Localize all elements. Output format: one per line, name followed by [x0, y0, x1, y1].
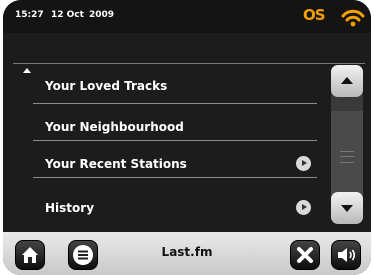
scrollbar-grip-icon: [340, 151, 354, 163]
list-item-label: History: [45, 201, 95, 215]
play-icon[interactable]: [296, 200, 311, 215]
scroll-down-icon[interactable]: [331, 192, 363, 224]
page-title: Last.fm: [161, 245, 213, 259]
close-button[interactable]: [290, 240, 320, 270]
scroll-up-icon[interactable]: [331, 65, 363, 97]
volume-button[interactable]: [331, 240, 361, 270]
list-item-neighbourhood[interactable]: Your Neighbourhood: [33, 113, 317, 140]
list-item-recent-stations[interactable]: Your Recent Stations: [33, 150, 317, 177]
device-screen: 15:27 12 Oct 2009 OS Your Loved Tracks Y…: [3, 0, 371, 275]
list-item-loved-tracks[interactable]: Your Loved Tracks: [33, 72, 317, 99]
home-icon: [22, 247, 38, 263]
list-top-divider: [13, 63, 365, 64]
list-item-label: Your Loved Tracks: [45, 79, 168, 93]
list-divider: [33, 177, 317, 178]
speaker-icon: [338, 248, 356, 262]
scroll-up-indicator-icon: [23, 68, 31, 73]
menu-icon: [73, 245, 93, 265]
list-divider: [33, 140, 317, 141]
bottom-toolbar: Last.fm: [3, 232, 371, 275]
list-item-history[interactable]: History: [33, 194, 317, 221]
status-bar: 15:27 12 Oct 2009 OS: [3, 0, 371, 33]
close-icon: [297, 247, 313, 263]
list-item-label: Your Recent Stations: [45, 157, 187, 171]
wifi-icon: [341, 9, 365, 27]
status-date: 12 Oct: [51, 10, 84, 20]
menu-button[interactable]: [68, 240, 98, 270]
status-time: 15:27: [15, 10, 44, 20]
list-divider: [33, 103, 317, 104]
play-icon[interactable]: [296, 156, 311, 171]
lastfm-logo-icon: OS: [303, 6, 326, 24]
scrollbar[interactable]: [331, 65, 363, 224]
status-year: 2009: [89, 10, 115, 20]
list-item-label: Your Neighbourhood: [45, 120, 184, 134]
home-button[interactable]: [15, 240, 45, 270]
